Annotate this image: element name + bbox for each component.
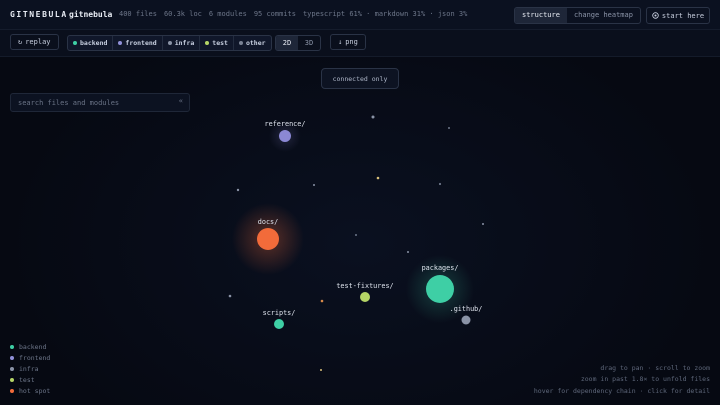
backend-dot-icon	[73, 41, 77, 45]
backend-dot-icon	[10, 344, 14, 349]
node-dot	[360, 292, 370, 302]
test-dot-icon	[10, 378, 14, 383]
test-dot-icon	[205, 41, 210, 45]
hint-unfold: zoom in past 1.8× to unfold files	[580, 375, 710, 384]
file-particle	[320, 299, 324, 303]
infra-dot-icon	[10, 366, 14, 371]
legend-item-infra: infra	[10, 363, 50, 374]
legend-label: frontend	[19, 353, 51, 362]
file-particle	[313, 184, 315, 186]
filter-backend[interactable]: backend	[68, 36, 114, 50]
legend: backend frontend infra test hot spot	[10, 341, 50, 397]
hint-hover: hover for dependency chain · click for d…	[533, 386, 710, 395]
interaction-hints: drag to pan · scroll to zoom zoom in pas…	[534, 363, 710, 397]
file-particle	[355, 234, 357, 236]
search-input[interactable]	[11, 94, 166, 111]
module-node-docs[interactable]: docs/	[257, 218, 279, 250]
legend-item-hot-spot: hot spot	[10, 386, 50, 397]
file-particle	[320, 369, 322, 371]
node-dot	[257, 228, 279, 250]
repo-name: gitnebula	[69, 10, 113, 19]
legend-label: hot spot	[19, 387, 51, 396]
file-particle	[371, 115, 375, 119]
stat-loc: 60.3k loc	[163, 10, 202, 18]
frontend-dot-icon	[10, 355, 14, 360]
legend-label: backend	[19, 342, 47, 351]
repo-stats: 400 files 60.3k loc 6 modules 95 commits…	[119, 10, 467, 18]
download-icon: ↓	[338, 38, 343, 46]
start-here-label: start here	[661, 11, 705, 20]
file-particle	[236, 188, 240, 192]
stat-languages: typescript 61% · markdown 31% · json 3%	[302, 10, 468, 18]
node-dot	[461, 315, 471, 325]
hot-spot-dot-icon	[10, 389, 14, 394]
infra-dot-icon	[167, 41, 172, 45]
view-structure-button[interactable]: structure	[515, 8, 567, 23]
legend-label: infra	[19, 364, 39, 373]
category-filters: backend frontend infra test other	[67, 35, 272, 51]
export-png-label: png	[345, 38, 358, 46]
collapse-icon[interactable]: «	[179, 97, 183, 105]
connection-toast: connected only	[321, 68, 399, 89]
dimension-3d-button[interactable]: 3D	[298, 36, 320, 50]
filter-infra-label: infra	[174, 39, 195, 47]
module-node-test-fixtures[interactable]: test-fixtures/	[336, 282, 394, 302]
dimension-2d-button[interactable]: 2D	[276, 36, 298, 50]
file-particle	[482, 223, 484, 225]
stat-commits: 95 commits	[253, 10, 296, 18]
stat-files: 400 files	[119, 10, 157, 18]
node-label: docs/	[258, 218, 278, 226]
view-heatmap-button[interactable]: change heatmap	[567, 8, 640, 23]
filter-other-label: other	[245, 39, 266, 47]
filter-test[interactable]: test	[200, 36, 234, 50]
legend-item-frontend: frontend	[10, 352, 50, 363]
filter-frontend[interactable]: frontend	[113, 36, 163, 50]
legend-item-test: test	[10, 375, 50, 386]
top-bar: GITNEBULA gitnebula 400 files 60.3k loc …	[0, 0, 720, 30]
frontend-dot-icon	[118, 41, 123, 45]
filter-test-label: test	[212, 39, 228, 47]
stat-modules: 6 modules	[208, 10, 247, 18]
brand-logo: GITNEBULA	[10, 10, 68, 19]
filter-backend-label: backend	[80, 39, 108, 47]
legend-item-backend: backend	[10, 341, 50, 352]
filter-other[interactable]: other	[234, 36, 271, 50]
search-panel: «	[10, 93, 190, 112]
filter-infra[interactable]: infra	[163, 36, 201, 50]
replay-label: replay	[25, 38, 51, 46]
node-dot	[274, 319, 284, 329]
target-icon	[652, 12, 659, 19]
node-dot	[279, 130, 291, 142]
module-node-scripts[interactable]: scripts/	[263, 309, 296, 329]
legend-label: test	[19, 376, 35, 385]
export-png-button[interactable]: ↓ png	[330, 34, 366, 50]
replay-icon: ↻	[18, 38, 23, 46]
hint-pan-zoom: drag to pan · scroll to zoom	[600, 364, 710, 372]
node-label: packages/	[422, 264, 459, 272]
node-label: .github/	[450, 305, 483, 313]
file-particle	[228, 294, 232, 298]
dimension-toggle: 2D 3D	[275, 35, 321, 51]
file-particle	[407, 251, 409, 253]
replay-button[interactable]: ↻ replay	[10, 34, 59, 50]
node-dot	[426, 275, 454, 303]
node-label: reference/	[265, 120, 306, 128]
filter-frontend-label: frontend	[125, 39, 157, 47]
start-here-button[interactable]: start here	[646, 7, 710, 24]
file-particle	[376, 176, 380, 180]
view-toggle: structure change heatmap	[514, 7, 641, 24]
other-dot-icon	[238, 41, 243, 45]
node-label: scripts/	[263, 309, 296, 317]
file-particle	[438, 182, 442, 186]
file-particle	[448, 127, 450, 129]
node-label: test-fixtures/	[336, 282, 393, 290]
app-root: GITNEBULA gitnebula 400 files 60.3k loc …	[0, 0, 720, 405]
